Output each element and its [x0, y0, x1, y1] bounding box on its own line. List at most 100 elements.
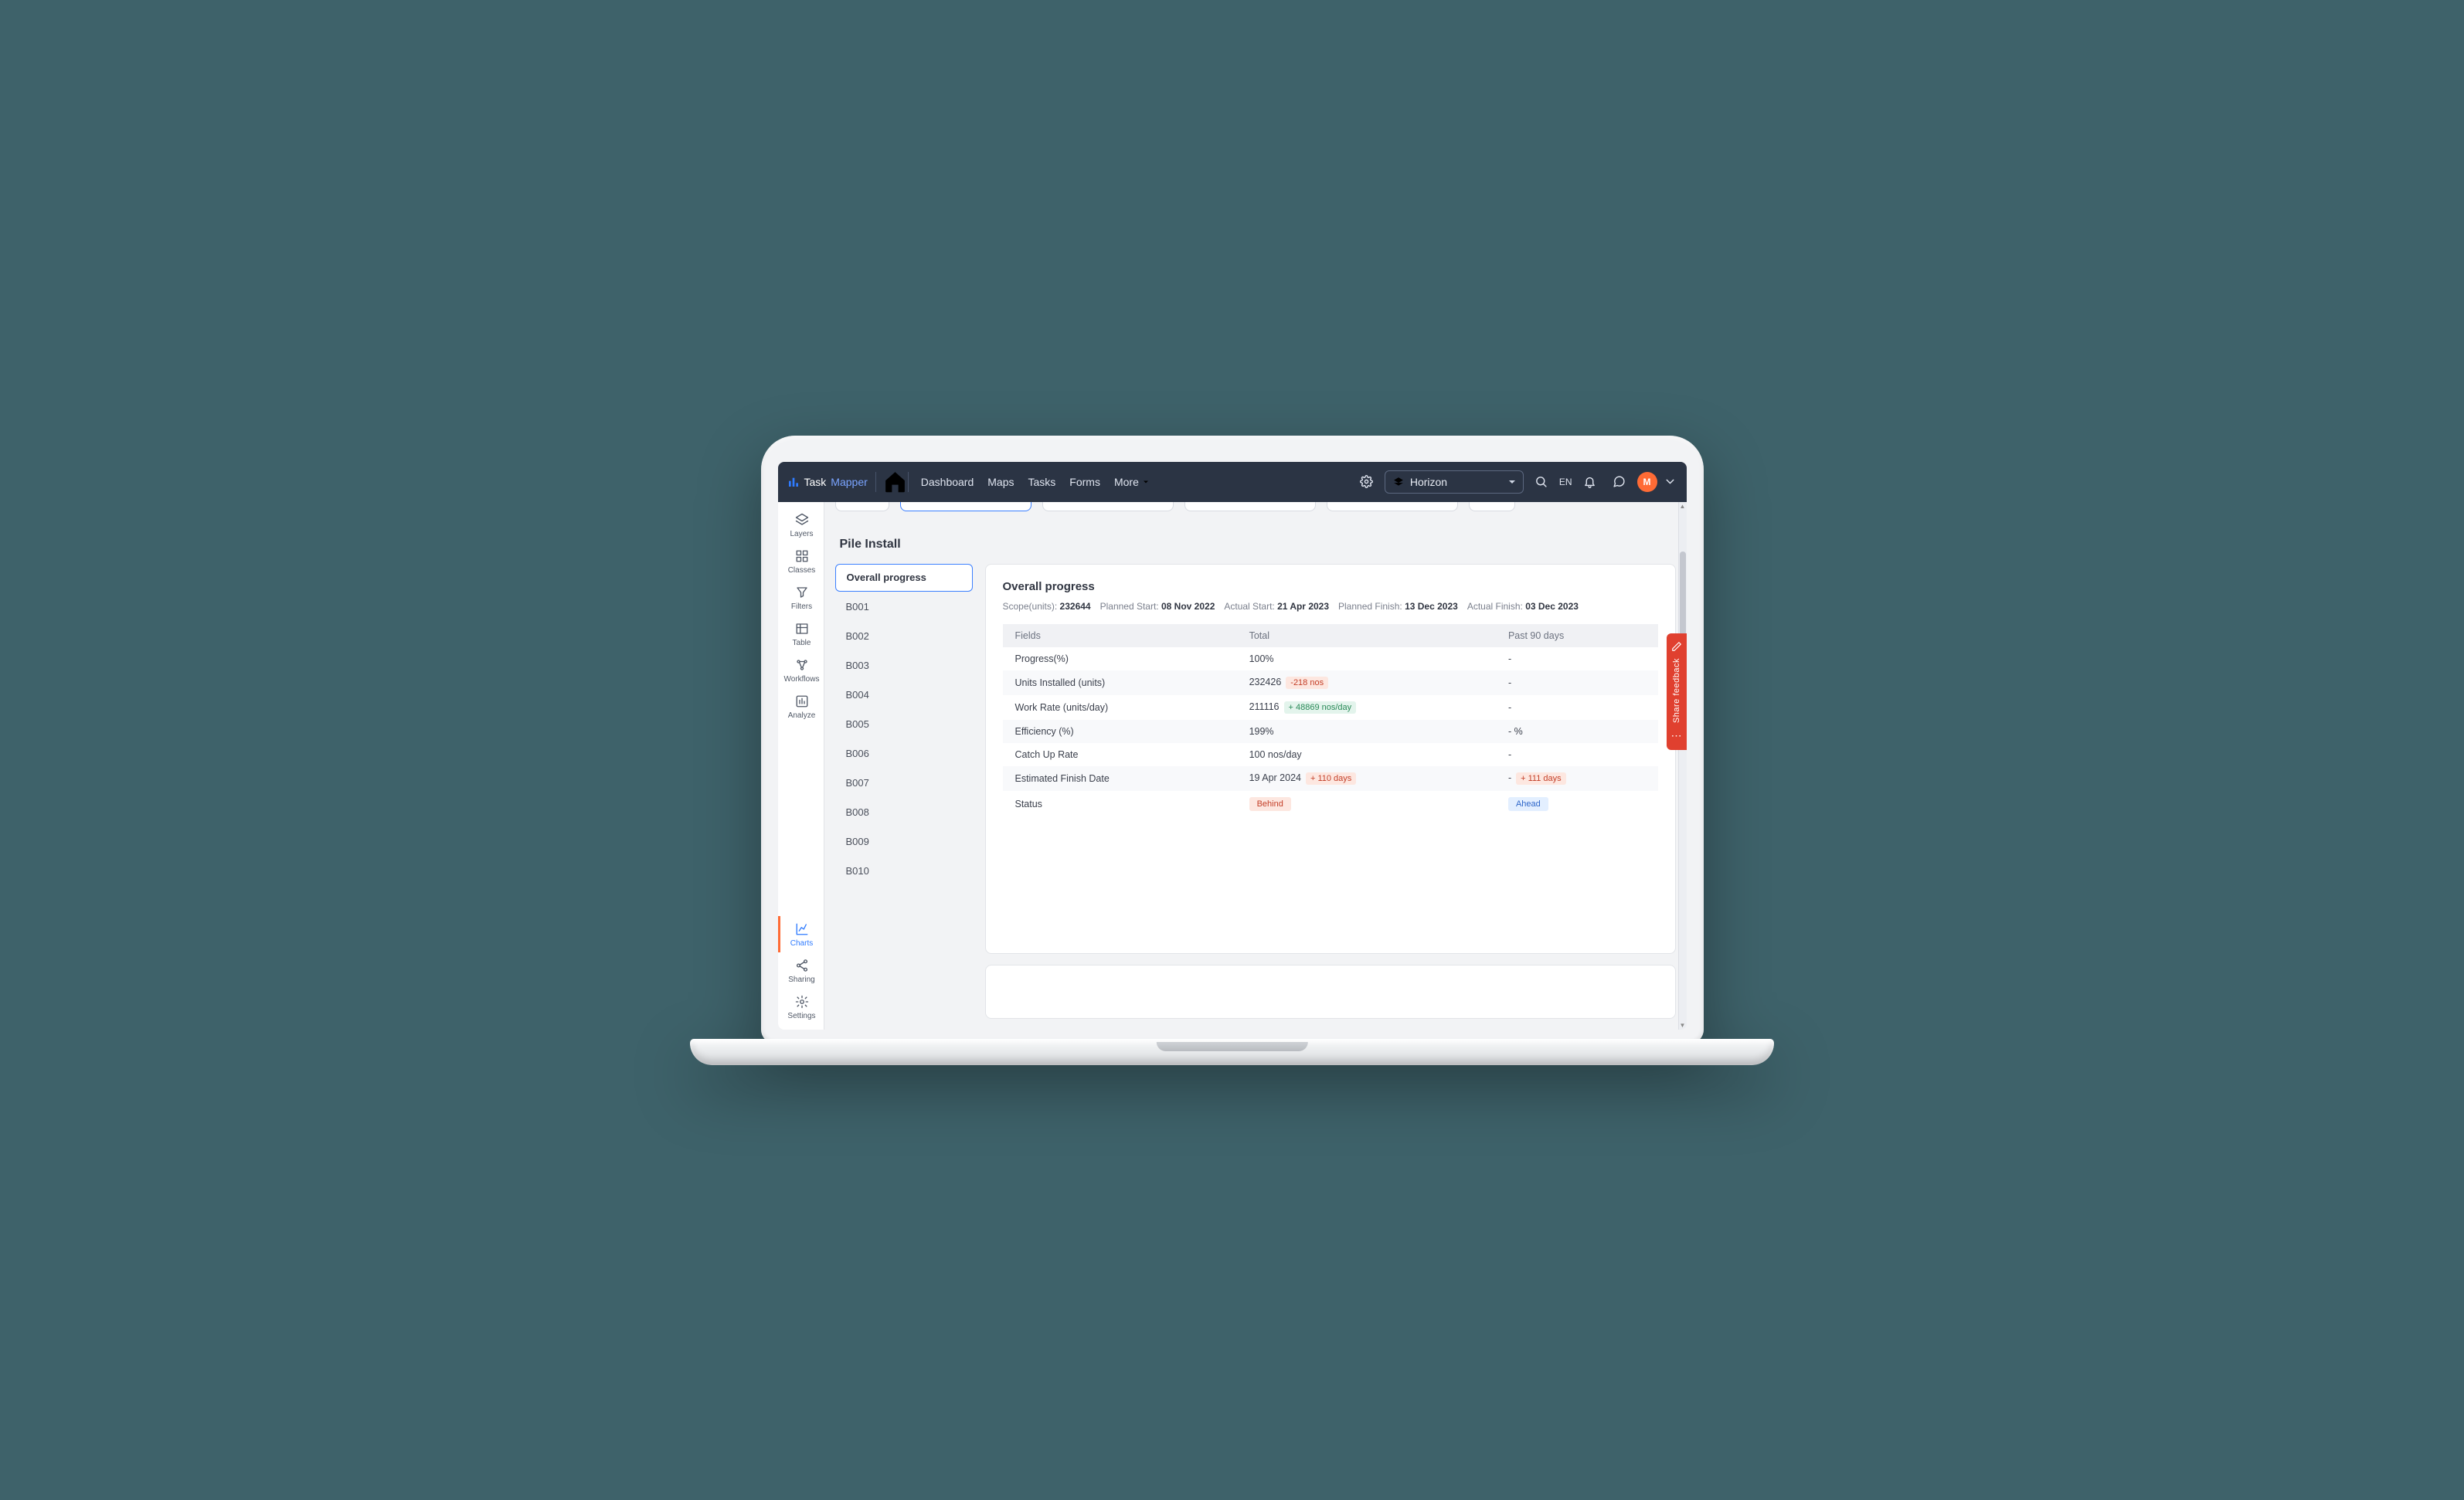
card-stub[interactable]	[835, 502, 889, 511]
sidelist-item[interactable]: B010	[835, 857, 973, 885]
topbar: Task Mapper Dashboard Maps Tasks Forms Mo…	[778, 462, 1687, 502]
table-row: Progress(%)100%-	[1003, 647, 1658, 670]
delta-pill: + 48869 nos/day	[1284, 701, 1357, 714]
panel-meta: Scope(units): 232644 Planned Start: 08 No…	[1003, 601, 1658, 612]
table-icon	[795, 622, 809, 636]
workflows-icon	[795, 658, 809, 672]
feedback-label: Share feedback	[1672, 658, 1681, 723]
sidelist-item[interactable]: B002	[835, 623, 973, 650]
sidelist-item[interactable]: B009	[835, 828, 973, 856]
analyze-icon	[795, 694, 809, 708]
project-selector[interactable]: Horizon	[1385, 470, 1524, 494]
nav-maps[interactable]: Maps	[987, 476, 1014, 488]
card-stub[interactable]	[1042, 502, 1174, 511]
brand-logo[interactable]: Task Mapper	[787, 472, 876, 492]
card-stub-selected[interactable]	[900, 502, 1031, 511]
rail-layers[interactable]: Layers	[778, 507, 824, 543]
rail-sharing[interactable]: Sharing	[778, 952, 824, 989]
project-name: Horizon	[1410, 476, 1447, 488]
meta-item: Scope(units): 232644	[1003, 601, 1091, 612]
progress-table: FieldsTotalPast 90 daysProgress(%)100%-U…	[1003, 624, 1658, 817]
table-row: Estimated Finish Date19 Apr 2024+ 110 da…	[1003, 766, 1658, 791]
avatar[interactable]: M	[1637, 472, 1657, 492]
table-row: Catch Up Rate100 nos/day-	[1003, 743, 1658, 766]
sidelist-item[interactable]: B004	[835, 681, 973, 709]
search-button[interactable]	[1530, 470, 1553, 494]
status-badge: Ahead	[1508, 797, 1548, 811]
nav-forms[interactable]: Forms	[1069, 476, 1100, 488]
chevron-down-icon	[1141, 477, 1150, 487]
brand-suffix: Mapper	[831, 476, 867, 488]
bell-icon	[1583, 475, 1596, 488]
chat-button[interactable]	[1608, 470, 1631, 494]
chevron-down-icon	[1664, 475, 1677, 488]
card-stub[interactable]	[1184, 502, 1316, 511]
col-header: Total	[1237, 624, 1496, 647]
settings-gear-button[interactable]	[1355, 470, 1378, 494]
rail-charts[interactable]: Charts	[778, 916, 824, 952]
chat-icon	[1613, 475, 1626, 488]
left-rail: LayersClassesFiltersTableWorkflowsAnalyz…	[778, 502, 824, 1030]
scroll-up-arrow[interactable]: ▲	[1679, 502, 1687, 511]
nav-more[interactable]: More	[1114, 476, 1150, 488]
rail-classes[interactable]: Classes	[778, 543, 824, 579]
table-row: Units Installed (units)232426-218 nos-	[1003, 670, 1658, 695]
rail-table[interactable]: Table	[778, 616, 824, 652]
filters-icon	[795, 585, 809, 599]
content-area: Pile Install Overall progressB001B002B00…	[824, 502, 1687, 1030]
rail-settings[interactable]: Settings	[778, 989, 824, 1025]
sharing-icon	[795, 959, 809, 972]
section-title: Pile Install	[840, 538, 1671, 551]
sidelist-item[interactable]: B001	[835, 593, 973, 621]
rail-filters[interactable]: Filters	[778, 579, 824, 616]
table-row: StatusBehindAhead	[1003, 791, 1658, 817]
meta-item: Planned Start: 08 Nov 2022	[1100, 601, 1215, 612]
layers-icon	[795, 513, 809, 527]
sidelist-item[interactable]: B005	[835, 711, 973, 738]
delta-pill: + 110 days	[1306, 772, 1356, 785]
workarea: Overall progressB001B002B003B004B005B006…	[835, 564, 1676, 1019]
charts-icon	[795, 922, 809, 936]
app-root: Task Mapper Dashboard Maps Tasks Forms Mo…	[778, 462, 1687, 1030]
brand-name: Task	[804, 476, 827, 488]
ellipsis-icon: ⋯	[1671, 729, 1682, 742]
body-shell: LayersClassesFiltersTableWorkflowsAnalyz…	[778, 502, 1687, 1030]
search-icon	[1534, 475, 1548, 488]
rail-analyze[interactable]: Analyze	[778, 688, 824, 725]
top-cards	[835, 502, 1676, 513]
card-stub[interactable]	[1469, 502, 1515, 511]
sidelist-item[interactable]: B007	[835, 769, 973, 797]
table-row: Efficiency (%)199%- %	[1003, 720, 1658, 743]
sidelist-item[interactable]: Overall progress	[835, 564, 973, 592]
scroll-down-arrow[interactable]: ▼	[1679, 1021, 1687, 1030]
sidelist-item[interactable]: B006	[835, 740, 973, 768]
progress-panel: Overall progress Scope(units): 232644Pla…	[985, 564, 1676, 954]
nav-tasks[interactable]: Tasks	[1028, 476, 1056, 488]
col-header: Fields	[1003, 624, 1237, 647]
home-button[interactable]	[882, 472, 909, 492]
delta-pill: -218 nos	[1286, 677, 1328, 689]
status-badge: Behind	[1249, 797, 1291, 811]
avatar-menu[interactable]	[1664, 470, 1677, 494]
meta-item: Planned Finish: 13 Dec 2023	[1338, 601, 1458, 612]
gear-icon	[1360, 475, 1373, 488]
settings-icon	[795, 995, 809, 1009]
main-nav: Dashboard Maps Tasks Forms More	[921, 476, 1150, 488]
nav-dashboard[interactable]: Dashboard	[921, 476, 974, 488]
meta-item: Actual Finish: 03 Dec 2023	[1467, 601, 1579, 612]
col-header: Past 90 days	[1496, 624, 1658, 647]
language-toggle[interactable]: EN	[1559, 477, 1572, 487]
feedback-tab[interactable]: Share feedback ⋯	[1667, 633, 1687, 750]
side-list: Overall progressB001B002B003B004B005B006…	[835, 564, 973, 1019]
pencil-icon	[1671, 641, 1682, 652]
notifications-button[interactable]	[1579, 470, 1602, 494]
card-stub[interactable]	[1327, 502, 1458, 511]
delta-pill: + 111 days	[1516, 772, 1566, 785]
sidelist-item[interactable]: B003	[835, 652, 973, 680]
sidelist-item[interactable]: B008	[835, 799, 973, 826]
table-row: Work Rate (units/day)211116+ 48869 nos/d…	[1003, 695, 1658, 720]
rail-workflows[interactable]: Workflows	[778, 652, 824, 688]
vertical-scrollbar[interactable]: ▲ ▼	[1678, 502, 1687, 1030]
meta-item: Actual Start: 21 Apr 2023	[1224, 601, 1329, 612]
brand-icon	[787, 476, 800, 488]
